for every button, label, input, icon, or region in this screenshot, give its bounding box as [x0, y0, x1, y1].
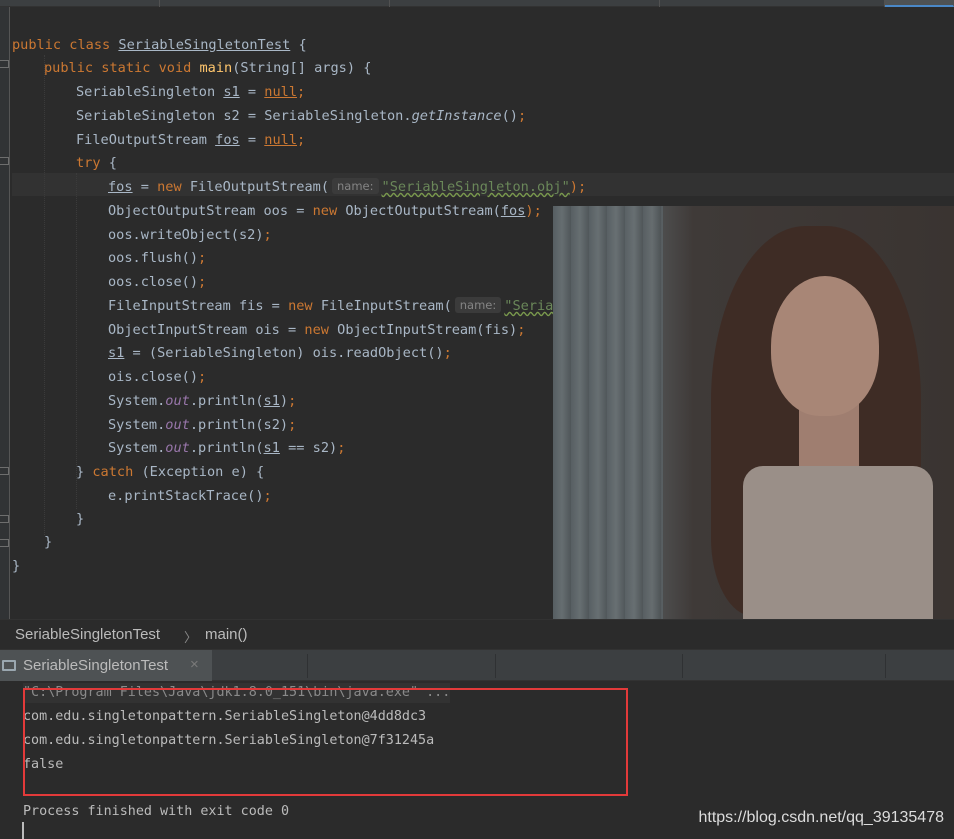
- console-output[interactable]: "C:\Program Files\Java\jdk1.8.0_151\bin\…: [0, 681, 954, 839]
- editor-tab[interactable]: [660, 0, 885, 7]
- fold-marker-icon[interactable]: [0, 539, 9, 547]
- editor-tab-strip: [0, 0, 954, 7]
- breadcrumb-method[interactable]: main(): [205, 626, 248, 643]
- code-line-16: System.out.println(s1);: [108, 393, 297, 409]
- code-line-23: }: [12, 558, 21, 574]
- run-tab-label: SeriableSingletonTest: [23, 657, 169, 674]
- editor-tab-active[interactable]: [885, 0, 954, 7]
- parameter-hint: name:: [454, 297, 502, 313]
- code-line-5: FileOutputStream fos = null;: [76, 132, 306, 148]
- indent-guide: [44, 55, 45, 535]
- code-line-11: oos.close();: [108, 274, 207, 290]
- code-line-15: ois.close();: [108, 369, 207, 385]
- run-tool-window-tabs: SeriableSingletonTest ×: [0, 649, 954, 681]
- code-line-9: oos.writeObject(s2);: [108, 227, 272, 243]
- breadcrumb-separator: 〉: [184, 630, 198, 645]
- fold-marker-icon[interactable]: [0, 60, 9, 68]
- code-line-20: e.printStackTrace();: [108, 488, 272, 504]
- run-tab[interactable]: SeriableSingletonTest ×: [0, 650, 212, 681]
- code-line-8: ObjectOutputStream oos = new ObjectOutpu…: [108, 203, 542, 219]
- code-line-14: s1 = (SeriableSingleton) ois.readObject(…: [108, 345, 452, 361]
- code-line-4: SeriableSingleton s2 = SeriableSingleton…: [76, 108, 527, 124]
- console-exit-message: Process finished with exit code 0: [23, 804, 290, 819]
- watermark: https://blog.csdn.net/qq_39135478: [698, 809, 944, 826]
- code-line-2: public static void main(String[] args) {: [44, 60, 372, 76]
- code-line-1: public class SeriableSingletonTest {: [12, 37, 307, 53]
- code-line-10: oos.flush();: [108, 250, 207, 266]
- code-editor[interactable]: public class SeriableSingletonTest { pub…: [0, 7, 954, 619]
- editor-tab[interactable]: [0, 0, 160, 7]
- text-cursor: [22, 822, 24, 839]
- code-line-7: fos = new FileOutputStream(name: "Seriabl…: [108, 178, 587, 195]
- code-line-3: SeriableSingleton s1 = null;: [76, 84, 306, 100]
- code-line-21: }: [76, 511, 85, 527]
- code-line-6: try {: [76, 155, 117, 171]
- parameter-hint: name:: [332, 178, 379, 194]
- background-image: [553, 206, 954, 619]
- code-line-22: }: [44, 534, 53, 550]
- fold-marker-icon[interactable]: [0, 157, 9, 165]
- fold-marker-icon[interactable]: [0, 515, 9, 523]
- code-line-13: ObjectInputStream ois = new ObjectInputS…: [108, 322, 526, 338]
- editor-tab[interactable]: [390, 0, 660, 7]
- code-line-19: } catch (Exception e) {: [76, 464, 265, 480]
- breadcrumb-class[interactable]: SeriableSingletonTest: [15, 626, 160, 643]
- editor-tab[interactable]: [160, 0, 390, 7]
- close-icon[interactable]: ×: [190, 656, 199, 673]
- editor-gutter: [0, 7, 10, 619]
- breadcrumb: SeriableSingletonTest 〉 main(): [0, 619, 954, 649]
- code-line-18: System.out.println(s1 == s2);: [108, 440, 346, 456]
- indent-guide: [76, 173, 77, 509]
- highlight-box: [23, 688, 628, 796]
- console-icon: [2, 660, 16, 671]
- code-line-17: System.out.println(s2);: [108, 417, 297, 433]
- fold-marker-icon[interactable]: [0, 467, 9, 475]
